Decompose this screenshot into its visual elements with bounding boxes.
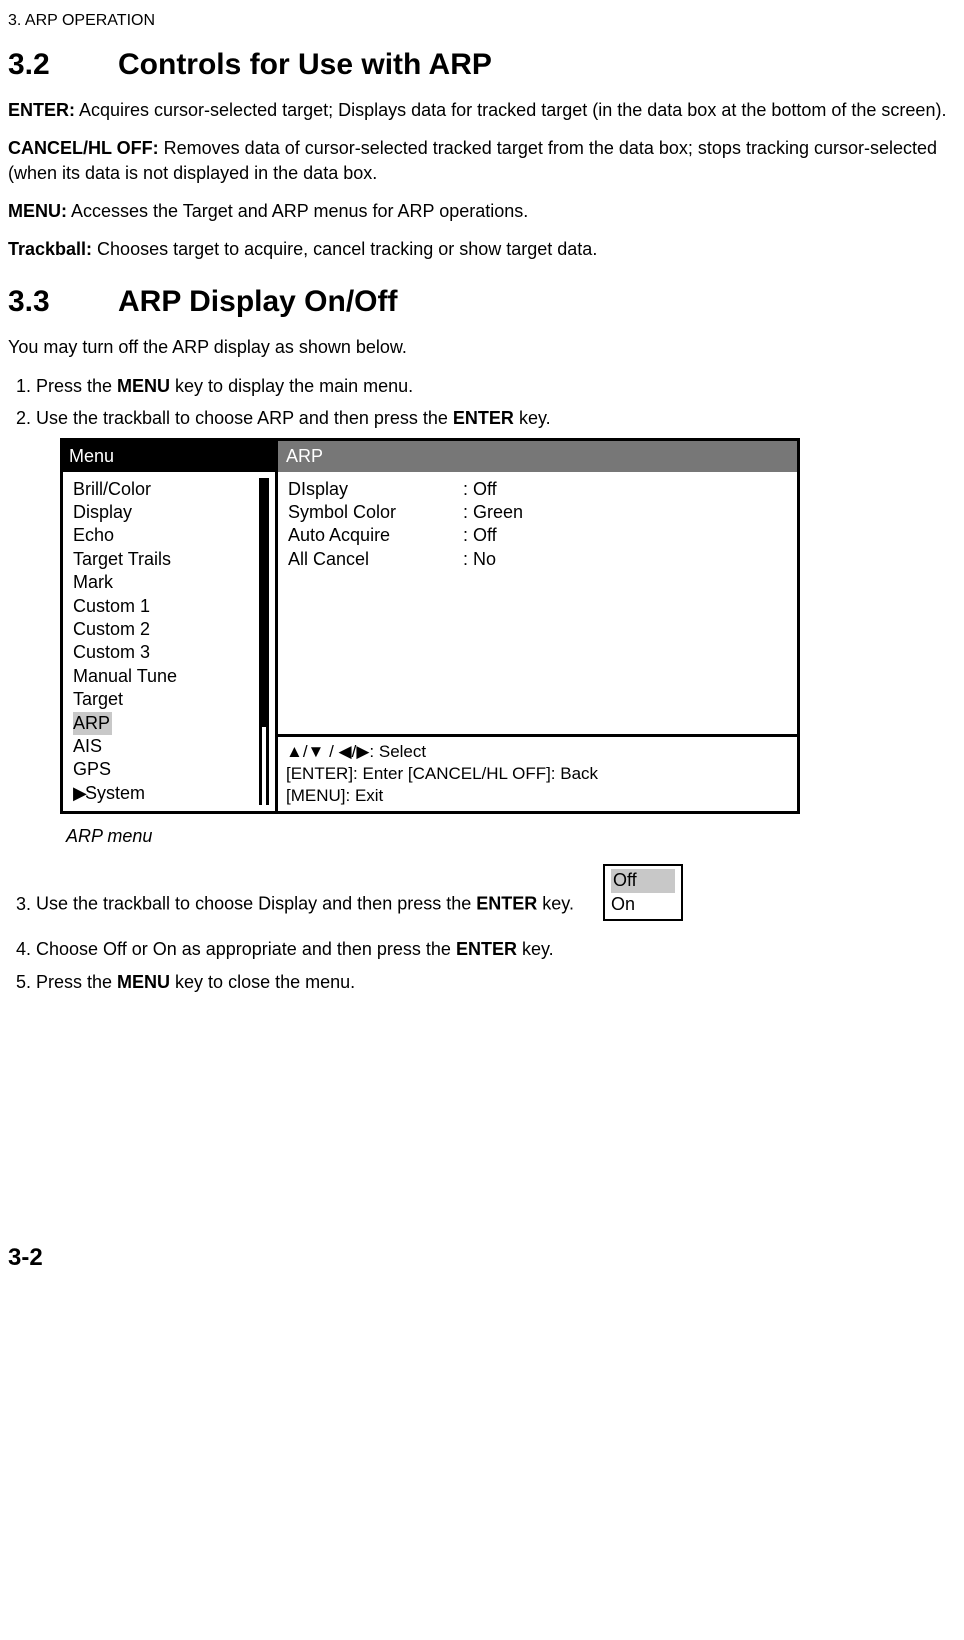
section-title: ARP Display On/Off (118, 285, 398, 318)
step-text: key. (514, 408, 551, 428)
key-enter: ENTER (453, 408, 514, 428)
hint-enter-back: [ENTER]: Enter [CANCEL/HL OFF]: Back (286, 763, 789, 785)
page-number: 3-2 (8, 1244, 956, 1272)
step-text: key to close the menu. (170, 972, 355, 992)
key-enter: ENTER (476, 894, 537, 914)
option-value: : Off (463, 524, 497, 547)
step-text: key to display the main menu. (170, 376, 413, 396)
section-title: Controls for Use with ARP (118, 48, 492, 81)
para-cancel: CANCEL/HL OFF: Removes data of cursor-se… (8, 136, 956, 185)
para-enter: ENTER: Acquires cursor-selected target; … (8, 98, 956, 122)
hint-select: ▲/▼ / ◀/▶: Select (286, 741, 789, 763)
step-text: Use the trackball to choose Display and … (36, 894, 476, 914)
menu-item-label: System (85, 783, 145, 803)
menu-left-title: Menu (63, 441, 275, 471)
option-value: : No (463, 548, 496, 571)
menu-item-custom-3[interactable]: Custom 3 (73, 641, 259, 664)
label-enter: ENTER: (8, 100, 75, 120)
step-5: Press the MENU key to close the menu. (36, 970, 956, 994)
menu-item-display[interactable]: Display (73, 501, 259, 524)
display-option-box: Off On (603, 864, 683, 921)
scrollbar-thumb[interactable] (262, 478, 266, 727)
key-menu: MENU (117, 972, 170, 992)
label-cancel: CANCEL/HL OFF: (8, 138, 159, 158)
option-value: : Green (463, 501, 523, 524)
step-2: Use the trackball to choose ARP and then… (36, 406, 956, 848)
option-label: Symbol Color (288, 501, 463, 524)
menu-items-list: Brill/Color Display Echo Target Trails M… (73, 478, 259, 805)
menu-footer-hints: ▲/▼ / ◀/▶: Select [ENTER]: Enter [CANCEL… (278, 734, 797, 811)
option-value: : Off (463, 478, 497, 501)
key-enter: ENTER (456, 939, 517, 959)
menu-item-manual-tune[interactable]: Manual Tune (73, 665, 259, 688)
page-header: 3. ARP OPERATION (8, 12, 956, 30)
menu-right-pane: ARP DIsplay : Off Symbol Color : Green A… (278, 441, 797, 811)
option-on[interactable]: On (611, 894, 635, 914)
menu-item-custom-2[interactable]: Custom 2 (73, 618, 259, 641)
text-enter: Acquires cursor-selected target; Display… (75, 100, 946, 120)
menu-item-target-trails[interactable]: Target Trails (73, 548, 259, 571)
key-menu: MENU (117, 376, 170, 396)
para-menu: MENU: Accesses the Target and ARP menus … (8, 199, 956, 223)
para-intro-33: You may turn off the ARP display as show… (8, 335, 956, 359)
arp-options-body: DIsplay : Off Symbol Color : Green Auto … (278, 472, 797, 734)
step-text: Press the (36, 972, 117, 992)
step-4: Choose Off or On as appropriate and then… (36, 937, 956, 961)
step-1: Press the MENU key to display the main m… (36, 374, 956, 398)
step-text: key. (537, 894, 574, 914)
scrollbar[interactable] (259, 478, 269, 805)
option-label: All Cancel (288, 548, 463, 571)
option-display[interactable]: DIsplay : Off (288, 478, 787, 501)
option-symbol-color[interactable]: Symbol Color : Green (288, 501, 787, 524)
section-heading-3-3: 3.3ARP Display On/Off (8, 285, 956, 319)
label-menu: MENU: (8, 201, 67, 221)
section-number: 3.3 (8, 285, 118, 319)
menu-item-brill-color[interactable]: Brill/Color (73, 478, 259, 501)
arp-menu-figure: Menu Brill/Color Display Echo Target Tra… (60, 438, 800, 814)
text-menu: Accesses the Target and ARP menus for AR… (67, 201, 528, 221)
step-text: Press the (36, 376, 117, 396)
label-trackball: Trackball: (8, 239, 92, 259)
menu-item-ais[interactable]: AIS (73, 735, 259, 758)
menu-item-arp[interactable]: ARP (73, 712, 112, 735)
menu-item-gps[interactable]: GPS (73, 758, 259, 781)
option-label: DIsplay (288, 478, 463, 501)
option-all-cancel[interactable]: All Cancel : No (288, 548, 787, 571)
option-auto-acquire[interactable]: Auto Acquire : Off (288, 524, 787, 547)
section-heading-3-2: 3.2Controls for Use with ARP (8, 48, 956, 82)
figure-caption: ARP menu (66, 824, 956, 848)
section-number: 3.2 (8, 48, 118, 82)
menu-right-title: ARP (278, 441, 797, 471)
option-label: Auto Acquire (288, 524, 463, 547)
hint-exit: [MENU]: Exit (286, 785, 789, 807)
option-off[interactable]: Off (611, 869, 675, 892)
step-3: Use the trackball to choose Display and … (36, 858, 956, 929)
procedure-list: Press the MENU key to display the main m… (8, 374, 956, 994)
menu-left-pane: Menu Brill/Color Display Echo Target Tra… (63, 441, 278, 811)
text-trackball: Chooses target to acquire, cancel tracki… (92, 239, 597, 259)
step-text: key. (517, 939, 554, 959)
menu-item-mark[interactable]: Mark (73, 571, 259, 594)
submenu-arrow-icon: ▶ (73, 782, 85, 805)
menu-item-echo[interactable]: Echo (73, 524, 259, 547)
menu-item-system[interactable]: ▶System (73, 782, 259, 805)
menu-item-target[interactable]: Target (73, 688, 259, 711)
menu-item-custom-1[interactable]: Custom 1 (73, 595, 259, 618)
menu-left-body: Brill/Color Display Echo Target Trails M… (63, 472, 275, 811)
para-trackball: Trackball: Chooses target to acquire, ca… (8, 237, 956, 261)
step-text: Choose Off or On as appropriate and then… (36, 939, 456, 959)
step-text: Use the trackball to choose ARP and then… (36, 408, 453, 428)
